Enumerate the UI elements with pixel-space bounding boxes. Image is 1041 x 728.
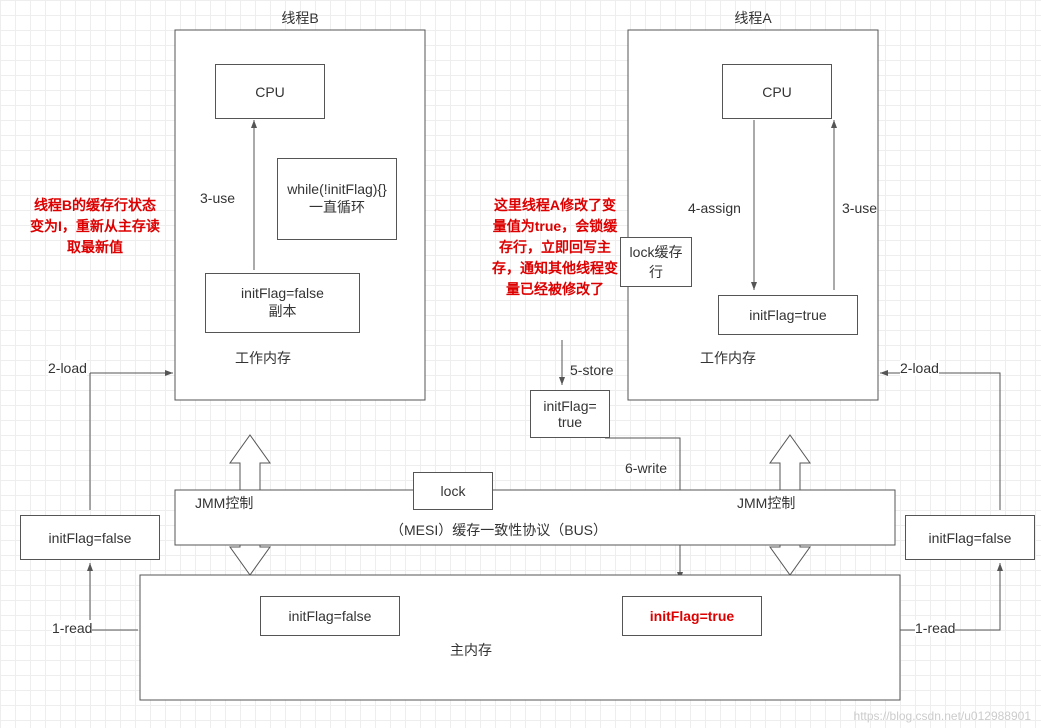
- threadB-use: 3-use: [200, 190, 235, 206]
- read-left: 1-read: [52, 620, 92, 636]
- threadB-workmem: 工作内存: [235, 348, 291, 368]
- threadB-cpu: CPU: [215, 64, 325, 119]
- load-left: 2-load: [48, 360, 87, 376]
- read-right: 1-read: [915, 620, 955, 636]
- annot-left: 线程B的缓存行状态变为I，重新从主存读取最新值: [30, 195, 160, 258]
- load-right: 2-load: [900, 360, 939, 376]
- lock-box: lock: [413, 472, 493, 510]
- write-label: 6-write: [625, 460, 667, 476]
- box-left: initFlag=false: [20, 515, 160, 560]
- threadA-assign: 4-assign: [688, 200, 741, 216]
- title-threadB: 线程B: [175, 8, 425, 28]
- watermark: https://blog.csdn.net/u012988901: [854, 709, 1031, 723]
- mainmem-false: initFlag=false: [260, 596, 400, 636]
- threadB-while: while(!initFlag){} 一直循环: [277, 158, 397, 240]
- threadA-workmem: 工作内存: [700, 348, 756, 368]
- threadA-cpu: CPU: [722, 64, 832, 119]
- mainmem-label: 主内存: [450, 640, 492, 660]
- jmm-left: JMM控制: [195, 493, 253, 513]
- title-threadA: 线程A: [628, 8, 878, 28]
- jmm-right: JMM控制: [737, 493, 795, 513]
- threadA-use: 3-use: [842, 200, 877, 216]
- store-label: 5-store: [570, 362, 614, 378]
- mainmem-true: initFlag=true: [622, 596, 762, 636]
- bus-label: （MESI）缓存一致性协议（BUS）: [390, 520, 607, 540]
- annot-right: 这里线程A修改了变量值为true，会锁缓存行，立即回写主存，通知其他线程变量已经…: [490, 195, 620, 300]
- store-box: initFlag= true: [530, 390, 610, 438]
- threadA-true: initFlag=true: [718, 295, 858, 335]
- threadB-copy: initFlag=false 副本: [205, 273, 360, 333]
- box-right: initFlag=false: [905, 515, 1035, 560]
- threadA-lockcache: lock缓存行: [620, 237, 692, 287]
